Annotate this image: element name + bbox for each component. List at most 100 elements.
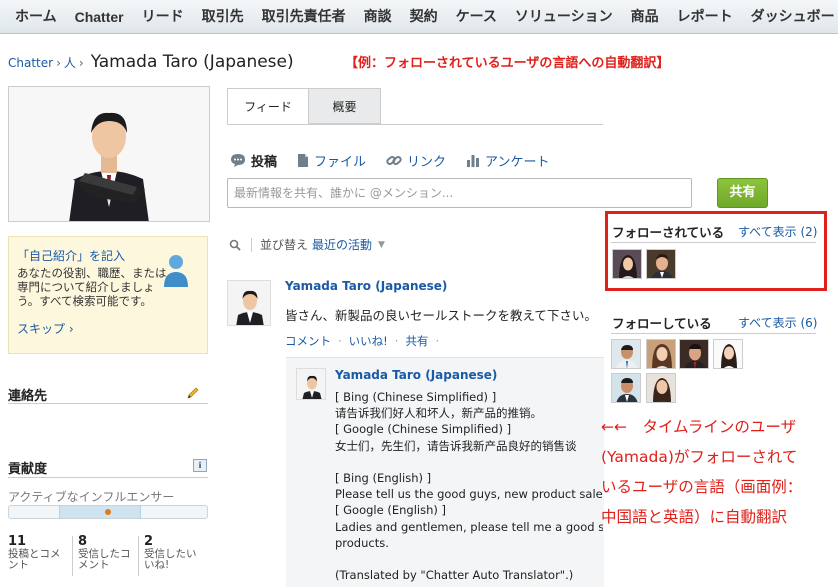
comment-line bbox=[335, 454, 603, 470]
publisher-link[interactable]: リンク bbox=[386, 151, 446, 170]
post-input[interactable]: 最新情報を共有、誰かに @メンション... bbox=[227, 178, 692, 208]
influence-title: 貢献度 bbox=[8, 462, 48, 477]
publisher-post-label: 投稿 bbox=[251, 155, 278, 170]
breadcrumb-separator: › bbox=[78, 56, 84, 70]
stat-number: 2 bbox=[144, 534, 154, 549]
pencil-icon[interactable] bbox=[186, 386, 200, 400]
comment-line: Ladies and gentlemen, please tell me a g… bbox=[335, 519, 603, 534]
feed-actions: コメント · いいね! · 共有 · bbox=[285, 333, 446, 349]
stat-label: 投稿とコメント bbox=[8, 548, 61, 571]
avatar[interactable] bbox=[296, 368, 326, 400]
divider bbox=[138, 536, 139, 576]
comment-line: 女士们，先生们，请告诉我新产品良好的销售谈 bbox=[335, 438, 577, 453]
stat-likes-received: 2 受信したいいね! bbox=[144, 534, 204, 571]
publisher-file[interactable]: ファイル bbox=[297, 151, 366, 170]
contact-title: 連絡先 bbox=[8, 389, 48, 404]
following-show-all-link[interactable]: すべて表示 (6) bbox=[738, 314, 818, 331]
comment-link[interactable]: コメント bbox=[285, 334, 331, 348]
comment-line: [ Bing (English) ] bbox=[335, 470, 432, 485]
annotation-right: ←← タイムラインのユーザ (Yamada)がフォローされて いるユーザの言語（… bbox=[601, 412, 837, 532]
comment-line: (Translated by "Chatter Auto Translator"… bbox=[335, 568, 574, 583]
publisher-post[interactable]: 投稿 bbox=[230, 151, 277, 170]
comment-author-link[interactable]: Yamada Taro (Japanese) bbox=[335, 368, 497, 382]
stat-number: 8 bbox=[78, 534, 88, 549]
influence-level: アクティブなインフルエンサー bbox=[8, 490, 175, 504]
separator: · bbox=[394, 334, 399, 348]
followers-title: フォローされている bbox=[612, 225, 725, 240]
annotation-line: いるユーザの言語（画面例： bbox=[601, 478, 803, 496]
nav-opportunities[interactable]: 商談 bbox=[355, 0, 401, 34]
following-avatar[interactable] bbox=[611, 339, 641, 369]
nav-accounts[interactable]: 取引先 bbox=[193, 0, 253, 34]
influence-bar bbox=[8, 505, 208, 519]
divider bbox=[8, 403, 208, 404]
separator: · bbox=[338, 334, 342, 348]
share-button[interactable]: 共有 bbox=[717, 178, 768, 208]
breadcrumb-people[interactable]: 人 bbox=[64, 54, 76, 71]
tab-feed[interactable]: フィード bbox=[227, 88, 309, 124]
following-avatar[interactable] bbox=[713, 339, 743, 369]
sort-dropdown[interactable]: 最近の活動 bbox=[312, 236, 372, 253]
file-icon bbox=[298, 154, 309, 167]
profile-photo[interactable] bbox=[8, 86, 210, 222]
skip-link[interactable]: スキップ › bbox=[17, 320, 199, 337]
divider bbox=[611, 242, 816, 243]
poll-chart-icon bbox=[467, 155, 480, 167]
following-avatar[interactable] bbox=[646, 373, 676, 403]
like-link[interactable]: いいね! bbox=[349, 334, 388, 348]
comment-line bbox=[335, 551, 603, 567]
breadcrumb: Chatter › 人 › Yamada Taro (Japanese) bbox=[8, 52, 294, 72]
comment-line: products. bbox=[335, 535, 389, 550]
nav-cases[interactable]: ケース bbox=[447, 0, 506, 34]
stat-number: 11 bbox=[8, 534, 27, 549]
tab-overview[interactable]: 概要 bbox=[309, 88, 381, 124]
following-title: フォローしている bbox=[612, 316, 712, 331]
follower-avatar[interactable] bbox=[646, 249, 676, 279]
nav-home[interactable]: ホーム bbox=[6, 0, 66, 34]
sort-bar: 並び替え 最近の活動 ▼ bbox=[229, 236, 385, 253]
info-icon[interactable]: i bbox=[193, 459, 207, 472]
chevron-down-icon[interactable]: ▼ bbox=[378, 240, 385, 250]
top-navigation: ホーム Chatter リード 取引先 取引先責任者 商談 契約 ケース ソリュ… bbox=[0, 0, 838, 34]
intro-text: あなたの役割、職歴、または専門について紹介しましょう。すべて検索可能です。 bbox=[17, 266, 167, 308]
share-link[interactable]: 共有 bbox=[405, 334, 428, 348]
nav-contacts[interactable]: 取引先責任者 bbox=[253, 0, 355, 34]
publisher-poll[interactable]: アンケート bbox=[466, 151, 550, 170]
nav-solutions[interactable]: ソリューション bbox=[506, 0, 622, 34]
feed-author-link[interactable]: Yamada Taro (Japanese) bbox=[285, 279, 447, 293]
feed-post-text: 皆さん、新製品の良いセールストークを教えて下さい。 bbox=[285, 308, 597, 323]
separator: · bbox=[435, 334, 440, 348]
sort-label: 並び替え bbox=[260, 238, 309, 252]
intro-prompt: 「自己紹介」を記入 あなたの役割、職歴、または専門について紹介しましょう。すべて… bbox=[8, 236, 208, 354]
speech-bubble-icon bbox=[231, 154, 245, 167]
divider bbox=[8, 477, 208, 478]
annotation-line: ←← タイムラインのユーザ bbox=[601, 418, 797, 436]
following-avatar[interactable] bbox=[646, 339, 676, 369]
comment-line: [ Google (Chinese Simplified) ] bbox=[335, 422, 512, 437]
user-silhouette-icon bbox=[164, 255, 188, 287]
followers-show-all-link[interactable]: すべて表示 (2) bbox=[738, 223, 818, 240]
breadcrumb-chatter[interactable]: Chatter bbox=[8, 56, 53, 70]
comment-line: 请告诉我们好人和坏人，新产品的推销。 bbox=[335, 406, 542, 421]
divider bbox=[611, 333, 816, 334]
following-avatar[interactable] bbox=[611, 373, 641, 403]
search-icon[interactable] bbox=[229, 239, 241, 251]
publisher-bar: 投稿 ファイル リンク アンケート bbox=[230, 151, 570, 170]
follower-avatar[interactable] bbox=[612, 249, 642, 279]
comment-line: [ Bing (Chinese Simplified) ] bbox=[335, 390, 497, 404]
nav-contracts[interactable]: 契約 bbox=[401, 0, 447, 34]
nav-products[interactable]: 商品 bbox=[622, 0, 668, 34]
following-avatar[interactable] bbox=[679, 339, 709, 369]
page-title: Yamada Taro (Japanese) bbox=[90, 52, 294, 72]
nav-reports[interactable]: レポート bbox=[668, 0, 742, 34]
stat-label: 受信したいいね! bbox=[144, 548, 197, 571]
annotation-top: 【例：フォローされているユーザの言語への自動翻訳】 bbox=[345, 56, 670, 71]
nav-dashboards[interactable]: ダッシュボード bbox=[742, 0, 838, 34]
nav-leads[interactable]: リード bbox=[133, 0, 193, 34]
nav-chatter[interactable]: Chatter bbox=[66, 0, 133, 34]
comment-translation-text: [ Bing (Chinese Simplified) ] 请告诉我们好人和坏人… bbox=[335, 389, 603, 583]
comment-line: [ Google (English) ] bbox=[335, 503, 446, 518]
avatar[interactable] bbox=[227, 280, 271, 326]
annotation-line: 中国語と英語）に自動翻訳 bbox=[601, 508, 788, 526]
annotation-line: (Yamada)がフォローされて bbox=[601, 448, 798, 466]
